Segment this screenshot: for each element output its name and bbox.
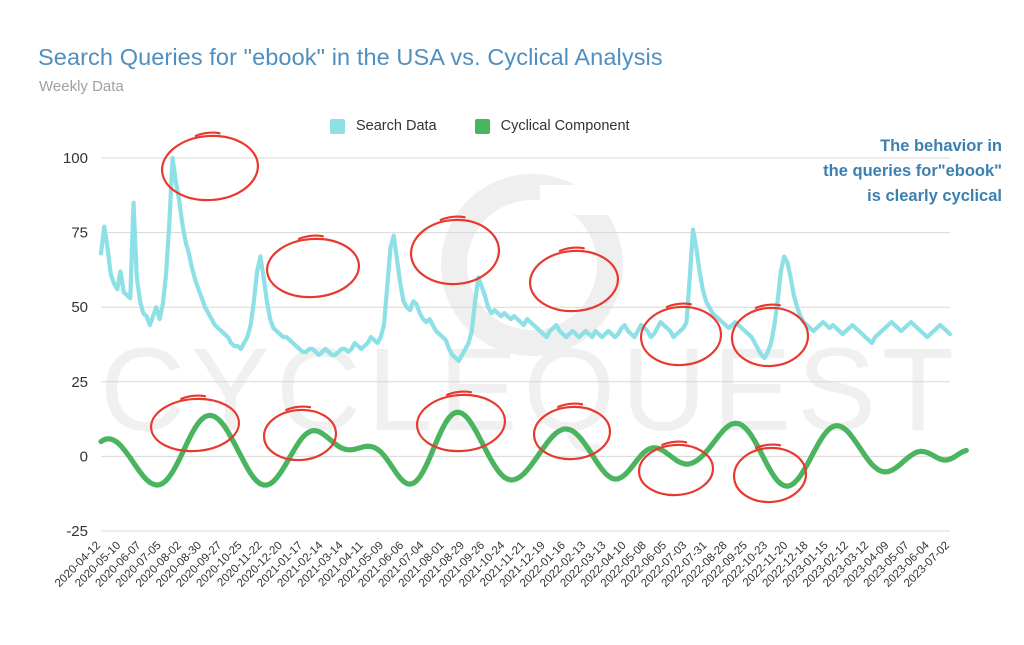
- svg-text:25: 25: [71, 374, 88, 391]
- svg-text:75: 75: [71, 225, 88, 242]
- y-axis-labels: 100 75 50 25 0 -25: [63, 150, 88, 540]
- svg-text:0: 0: [80, 448, 88, 465]
- chart-plot: CYCLEQUEST 1007550250-25 2020-04-122020-…: [53, 131, 969, 590]
- svg-text:100: 100: [63, 150, 88, 167]
- svg-text:50: 50: [71, 299, 88, 316]
- chart-container: Search Queries for "ebook" in the USA vs…: [0, 0, 1024, 645]
- x-axis-labels: 2020-04-122020-05-102020-06-072020-07-05…: [53, 539, 952, 590]
- svg-text:-25: -25: [66, 523, 88, 540]
